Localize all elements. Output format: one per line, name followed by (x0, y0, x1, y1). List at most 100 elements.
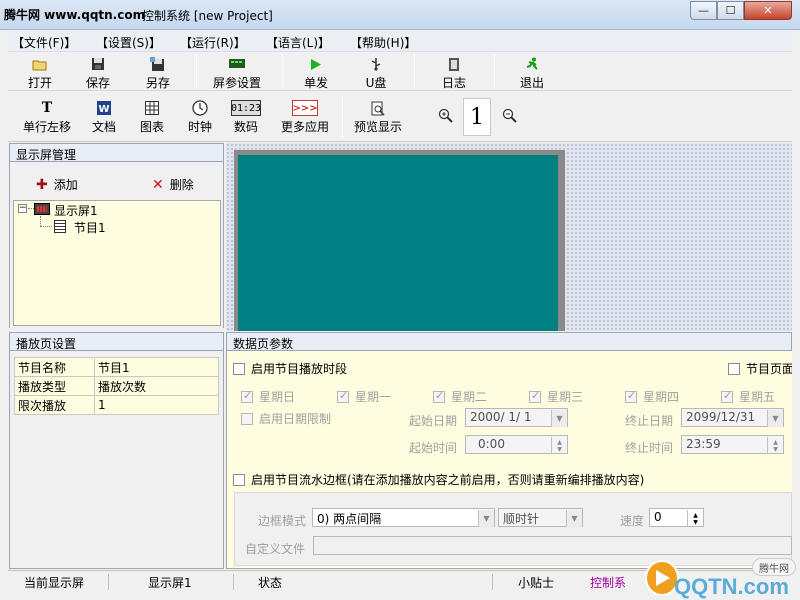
led-screen-preview[interactable] (238, 155, 558, 331)
menu-file[interactable]: 【文件(F)】 (12, 34, 76, 51)
weekday-wednesday-checkbox[interactable]: 星期三 (529, 388, 583, 405)
checkbox-box (241, 412, 253, 425)
property-key: 节目名称 (14, 357, 95, 377)
weekday-tuesday-checkbox[interactable]: 星期二 (433, 388, 487, 405)
maximize-button[interactable]: ☐ (717, 1, 744, 20)
property-key: 限次播放 (14, 395, 95, 415)
status-divider (108, 574, 109, 590)
preview-button[interactable]: 预览显示 (348, 100, 408, 135)
exit-button[interactable]: 退出 (512, 56, 552, 91)
dropdown-arrow-icon: ▼ (566, 510, 582, 527)
exit-runner-icon (523, 56, 541, 72)
spinner-icon: ▲ ▼ (551, 437, 567, 454)
spinner-icon: ▲ ▼ (687, 510, 703, 527)
spinner-icon: ▲ ▼ (767, 437, 783, 454)
end-date-label: 终止日期 (625, 414, 674, 428)
main-toolbar: 打开 保存 另存 屏参设置 单发 U盘 日志 退出 (8, 52, 792, 91)
menu-settings[interactable]: 【设置(S)】 (96, 34, 161, 51)
screen-settings-icon (228, 56, 246, 72)
status-divider (492, 574, 493, 590)
tree-item-screen1[interactable]: 显示屏1 (54, 202, 98, 219)
checkbox-box (241, 390, 253, 403)
folder-open-icon (31, 56, 49, 72)
end-date-picker[interactable]: 2099/12/31 ▼ (681, 408, 784, 427)
custom-file-label: 自定义文件 (245, 542, 306, 556)
property-value[interactable]: 1 (94, 395, 219, 415)
weekday-monday-checkbox[interactable]: 星期一 (337, 388, 391, 405)
screen-settings-button[interactable]: 屏参设置 (204, 56, 270, 91)
start-time-label: 起始时间 (409, 441, 458, 455)
log-icon (445, 56, 463, 72)
collapse-toggle[interactable]: − (18, 204, 27, 213)
open-button[interactable]: 打开 (18, 56, 62, 91)
weekday-thursday-checkbox[interactable]: 星期四 (625, 388, 679, 405)
digital-01-23-icon: 01:23 (231, 100, 261, 116)
end-time-field[interactable]: 23:59 ▲ ▼ (681, 435, 784, 454)
save-as-icon (149, 56, 167, 72)
zoom-level: 1 (463, 98, 491, 136)
status-divider (233, 574, 234, 590)
border-mode-select[interactable]: 0) 两点间隔 ▼ (312, 508, 495, 527)
send-button[interactable]: 单发 (296, 56, 336, 91)
clock-button[interactable]: 时钟 (180, 100, 220, 135)
weekday-sunday-checkbox[interactable]: 星期日 (241, 388, 295, 405)
table-icon (143, 100, 161, 116)
toolbar-separator (196, 54, 197, 88)
play-page-header: 播放页设置 (9, 332, 224, 351)
zoom-out-icon[interactable] (502, 108, 520, 126)
zoom-in-icon[interactable] (438, 108, 456, 126)
screen-manager-header: 显示屏管理 (9, 143, 224, 162)
log-button[interactable]: 日志 (434, 56, 474, 91)
current-screen-label: 当前显示屏 (24, 576, 85, 590)
checkbox-box (625, 390, 637, 403)
page-flip-checkbox[interactable]: 节目页面 (728, 360, 792, 377)
border-mode-label: 边框模式 (258, 514, 307, 528)
speed-spinner[interactable]: 0 ▲ ▼ (649, 508, 704, 527)
enable-border-checkbox[interactable]: 启用节目流水边框(请在添加播放内容之前启用，否则请重新编排播放内容) (233, 471, 644, 488)
date-limit-checkbox[interactable]: 启用日期限制 (241, 410, 331, 427)
usb-icon (367, 56, 385, 72)
dropdown-arrow-icon: ▼ (767, 410, 783, 427)
delete-x-icon: ✕ (152, 176, 164, 193)
save-as-button[interactable]: 另存 (136, 56, 180, 91)
menu-run[interactable]: 【运行(R)】 (180, 34, 246, 51)
property-key: 播放类型 (14, 376, 95, 396)
property-value[interactable]: 节目1 (94, 357, 219, 377)
menu-help[interactable]: 【帮助(H)】 (350, 34, 416, 51)
start-time-field[interactable]: 0:00 ▲ ▼ (465, 435, 568, 454)
tree-item-program1[interactable]: 节目1 (74, 219, 106, 236)
tree-line (40, 226, 52, 227)
floppy-disk-icon (89, 56, 107, 72)
screen-tree: − 显示屏1 节目1 (13, 200, 221, 326)
delete-button[interactable]: ✕ 删除 (152, 176, 194, 193)
save-button[interactable]: 保存 (76, 56, 120, 91)
enable-period-checkbox[interactable]: 启用节目播放时段 (233, 360, 347, 377)
more-apps-button[interactable]: >>> 更多应用 (272, 100, 338, 135)
menu-language[interactable]: 【语言(L)】 (266, 34, 330, 51)
close-icon: ✕ (763, 4, 773, 17)
toolbar-separator (282, 54, 283, 88)
preview-icon (369, 100, 387, 116)
chart-button[interactable]: 图表 (132, 100, 172, 135)
dropdown-arrow-icon: ▼ (478, 510, 494, 527)
minimize-button[interactable]: — (690, 1, 717, 20)
add-button[interactable]: ✚ 添加 (36, 176, 78, 193)
weekday-friday-checkbox[interactable]: 星期五 (721, 388, 775, 405)
clock-icon (191, 100, 209, 116)
usb-button[interactable]: U盘 (356, 56, 396, 91)
document-button[interactable]: W 文档 (84, 100, 124, 135)
direction-select[interactable]: 顺时针 ▼ (498, 508, 583, 527)
checkbox-box (233, 362, 245, 375)
toolbar-separator (342, 96, 343, 138)
close-button[interactable]: ✕ (744, 1, 792, 20)
single-line-scroll-button[interactable]: T 单行左移 (14, 100, 80, 135)
minimize-icon: — (698, 4, 709, 17)
program-icon (54, 220, 66, 233)
data-page-header: 数据页参数 (226, 332, 792, 351)
table-row: 节目名称 节目1 (14, 357, 219, 377)
speed-label: 速度 (620, 514, 645, 528)
property-value[interactable]: 播放次数 (94, 376, 219, 396)
digital-button[interactable]: 01:23 数码 (226, 100, 266, 135)
checkbox-box (433, 390, 445, 403)
start-date-picker[interactable]: 2000/ 1/ 1 ▼ (465, 408, 568, 427)
